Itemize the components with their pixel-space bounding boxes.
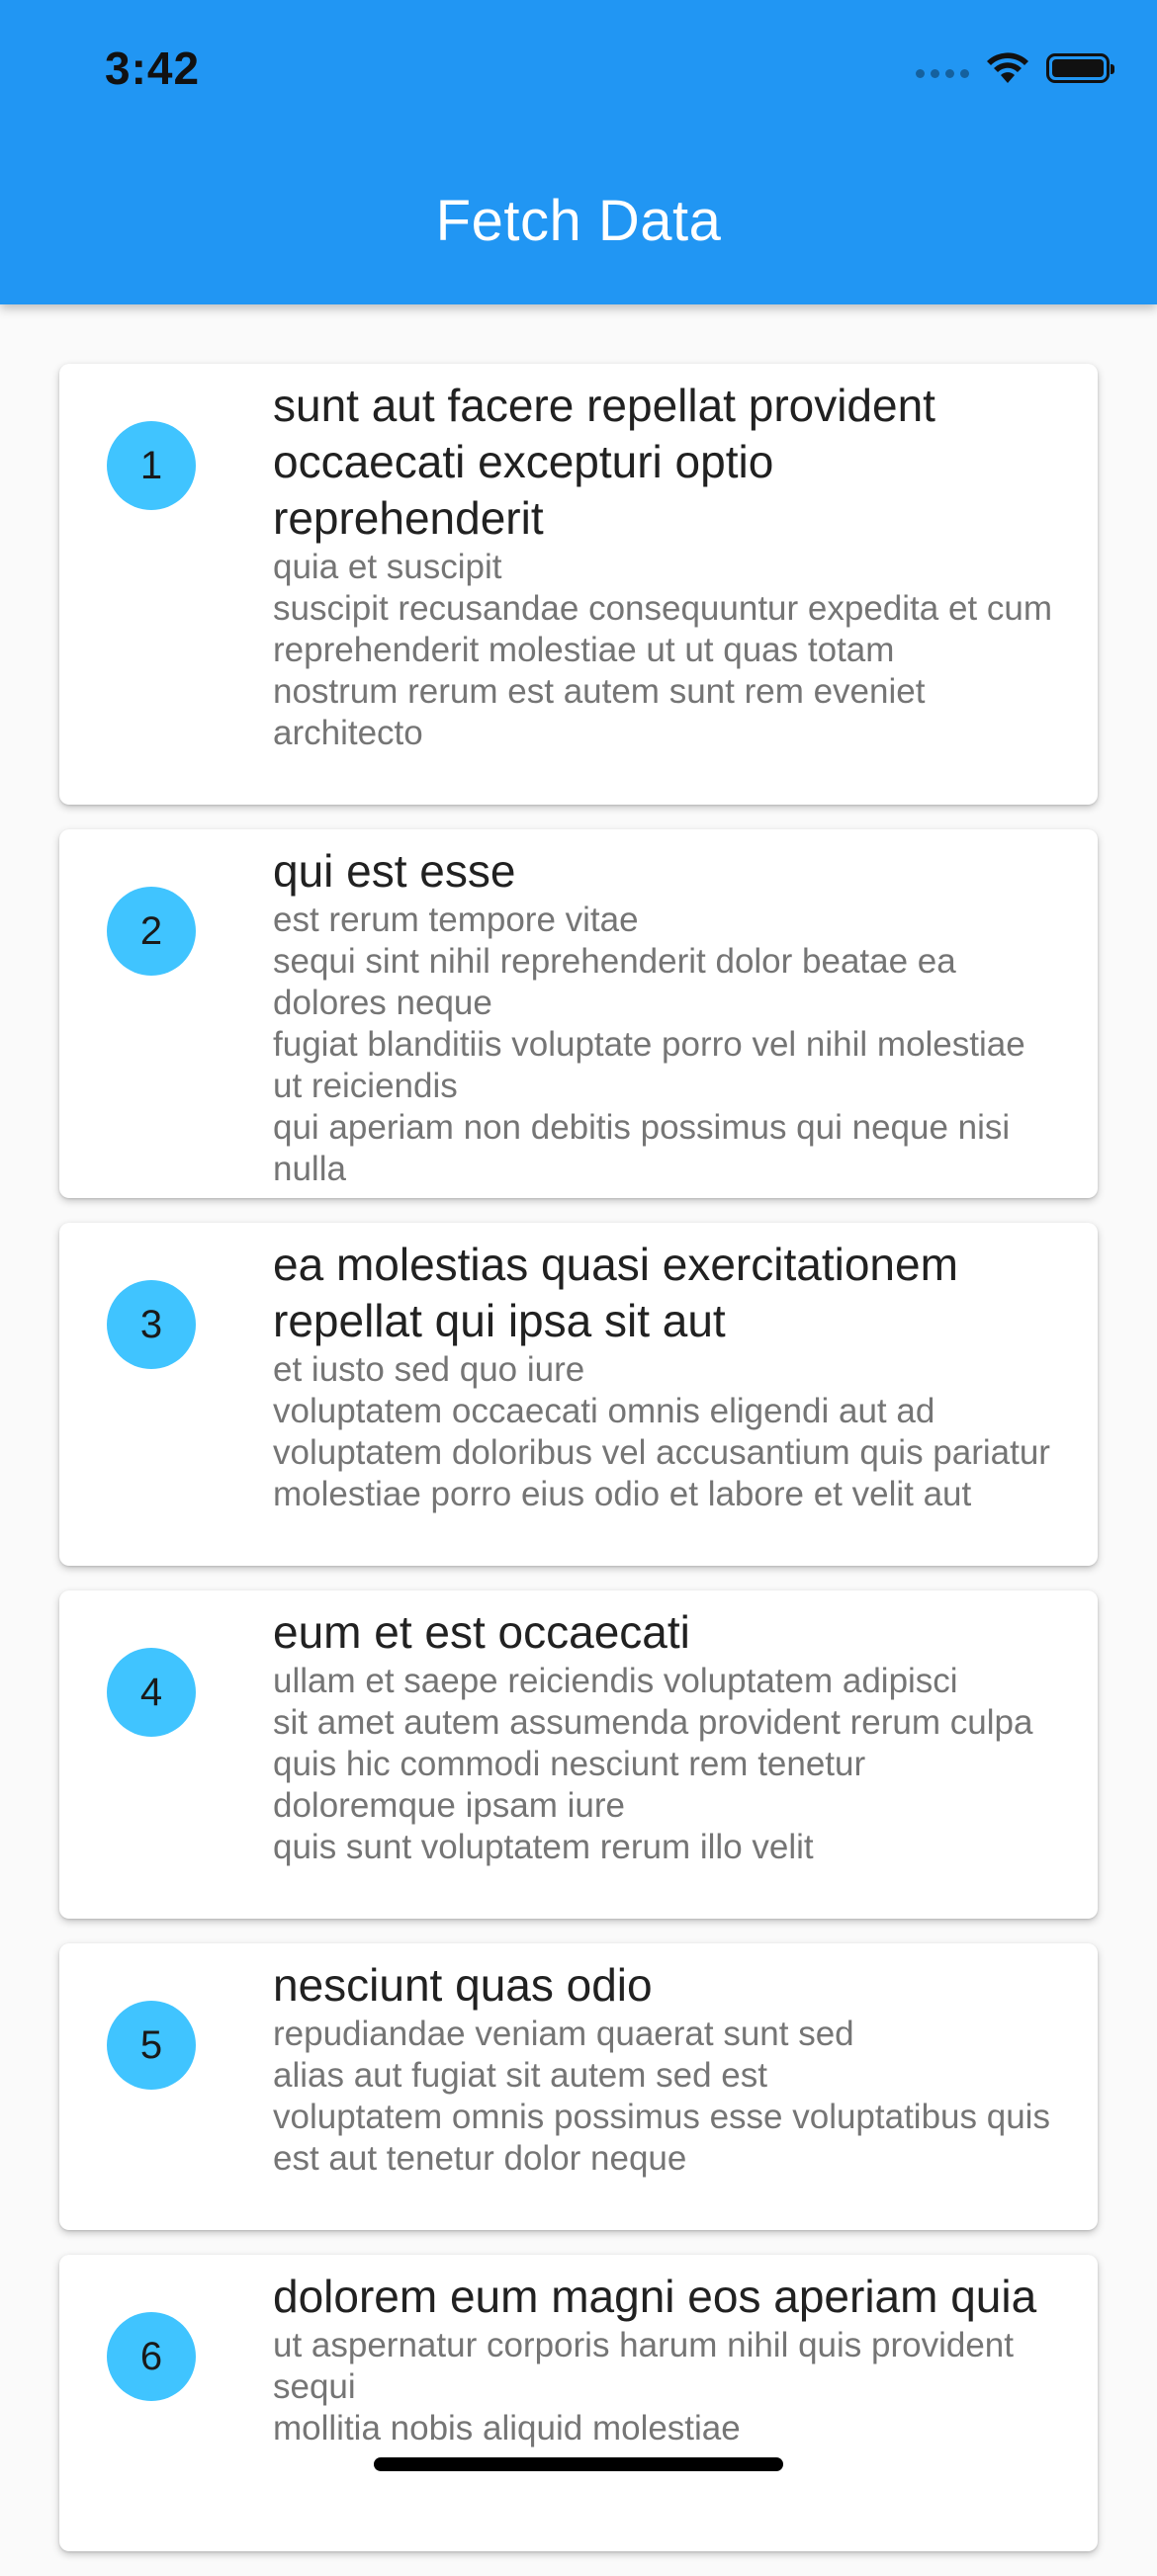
list-item-title: dolorem eum magni eos aperiam quia	[273, 2271, 1037, 2322]
list-item-content: dolorem eum magni eos aperiam quia ut as…	[273, 2269, 1052, 2535]
list-item-content: nesciunt quas odio repudiandae veniam qu…	[273, 1957, 1052, 2214]
list-item[interactable]: 5 nesciunt quas odio repudiandae veniam …	[59, 1943, 1098, 2230]
wifi-icon	[987, 52, 1028, 83]
list-item[interactable]: 2 qui est esse est rerum tempore vitae s…	[59, 829, 1098, 1198]
avatar: 6	[107, 2312, 196, 2401]
home-indicator[interactable]	[374, 2457, 783, 2471]
list-item-title: sunt aut facere repellat provident occae…	[273, 380, 935, 544]
list-item-body: ut aspernatur corporis harum nihil quis …	[273, 2326, 1014, 2447]
status-time: 3:42	[105, 43, 201, 94]
list-item-title: ea molestias quasi exercitationem repell…	[273, 1239, 958, 1346]
list-item[interactable]: 1 sunt aut facere repellat provident occ…	[59, 364, 1098, 805]
app-bar: 3:42 Fetch Data	[0, 0, 1157, 304]
avatar: 2	[107, 887, 196, 976]
avatar: 5	[107, 2001, 196, 2090]
list-item[interactable]: 3 ea molestias quasi exercitationem repe…	[59, 1223, 1098, 1566]
list-item-title: eum et est occaecati	[273, 1606, 690, 1658]
list-item-body: repudiandae veniam quaerat sunt sed alia…	[273, 2015, 1050, 2178]
avatar-container: 3	[59, 1237, 273, 1550]
avatar: 1	[107, 421, 196, 510]
avatar: 3	[107, 1280, 196, 1369]
battery-icon	[1046, 53, 1114, 83]
list-item-content: ea molestias quasi exercitationem repell…	[273, 1237, 1052, 1550]
avatar-container: 1	[59, 378, 273, 789]
list-item[interactable]: 4 eum et est occaecati ullam et saepe re…	[59, 1590, 1098, 1919]
list-item-title: nesciunt quas odio	[273, 1959, 653, 2011]
avatar: 4	[107, 1648, 196, 1737]
list-item-body: ullam et saepe reiciendis voluptatem adi…	[273, 1662, 1033, 1866]
post-list[interactable]: 1 sunt aut facere repellat provident occ…	[59, 364, 1098, 2576]
list-item-body: et iusto sed quo iure voluptatem occaeca…	[273, 1350, 1050, 1513]
list-item-content: qui est esse est rerum tempore vitae seq…	[273, 843, 1052, 1188]
list-item-content: eum et est occaecati ullam et saepe reic…	[273, 1604, 1052, 1903]
list-item-body: quia et suscipit suscipit recusandae con…	[273, 548, 1052, 752]
list-item[interactable]: 6 dolorem eum magni eos aperiam quia ut …	[59, 2255, 1098, 2551]
list-item-body: est rerum tempore vitae sequi sint nihil…	[273, 901, 1025, 1188]
avatar-container: 5	[59, 1957, 273, 2214]
list-item-title: qui est esse	[273, 845, 516, 897]
app-title: Fetch Data	[435, 189, 722, 253]
status-icons	[916, 51, 1114, 85]
list-item-content: sunt aut facere repellat provident occae…	[273, 378, 1052, 789]
avatar-container: 4	[59, 1604, 273, 1903]
avatar-container: 2	[59, 843, 273, 1182]
cellular-signal-icon	[916, 68, 969, 78]
avatar-container: 6	[59, 2269, 273, 2535]
